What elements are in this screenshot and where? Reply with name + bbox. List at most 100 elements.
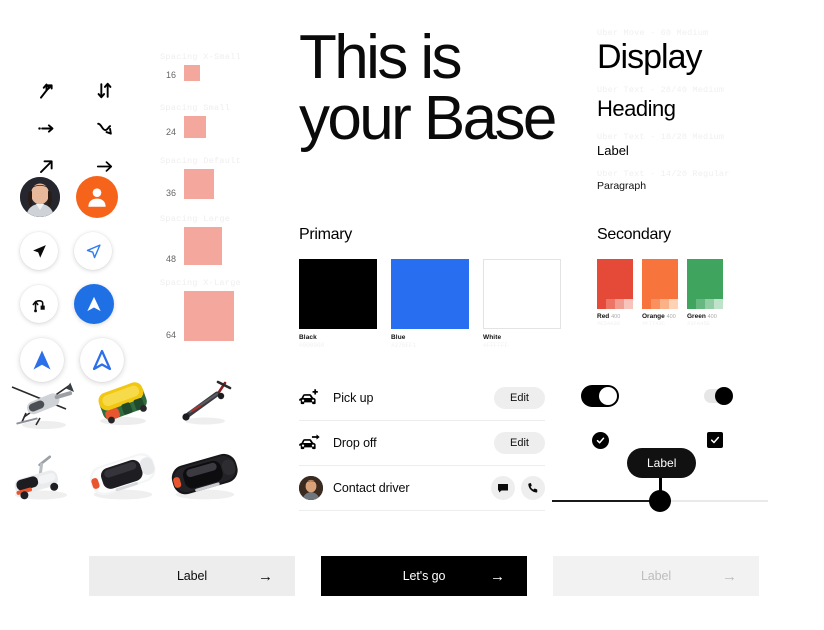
spacing-step-title: Spacing Large bbox=[160, 214, 231, 224]
color-swatch-hex: #3FA45E bbox=[687, 320, 711, 327]
primary-button[interactable]: Let's go → bbox=[321, 556, 527, 596]
nav-arrow-blue-filled-puck[interactable] bbox=[74, 284, 114, 324]
list-item[interactable]: Pick up Edit bbox=[299, 376, 545, 421]
edit-dropoff-button[interactable]: Edit bbox=[494, 432, 545, 454]
call-driver-button[interactable] bbox=[521, 476, 545, 500]
nav-cursor-blue-puck[interactable] bbox=[74, 232, 112, 270]
driver-avatar bbox=[299, 476, 333, 500]
list-item[interactable]: Contact driver bbox=[299, 466, 545, 511]
spacing-step: Spacing Large 48 bbox=[160, 214, 280, 265]
color-swatch-box bbox=[597, 259, 633, 309]
checkbox-checked[interactable] bbox=[707, 432, 723, 448]
spacing-step-value: 16 bbox=[165, 70, 176, 80]
arrow-right-icon: → bbox=[258, 567, 273, 585]
toggle-large[interactable] bbox=[581, 385, 619, 407]
color-swatch[interactable]: Blue #276EF1 bbox=[391, 259, 469, 349]
icon-row bbox=[22, 116, 132, 140]
type-specimen-heading: Uber Text - 28/40 Medium Heading bbox=[597, 85, 807, 121]
turn-down-right-icon[interactable] bbox=[80, 116, 128, 140]
color-swatch-name: White bbox=[483, 334, 502, 341]
avatar-row bbox=[20, 176, 124, 218]
color-swatch-hex: #276EF1 bbox=[391, 342, 417, 349]
type-sample-display: Display bbox=[597, 38, 702, 76]
spacing-step-title: Spacing Default bbox=[160, 156, 242, 166]
spacing-step-value: 36 bbox=[165, 188, 176, 198]
arrow-right-icon: → bbox=[490, 567, 505, 585]
arrows-up-down-icon[interactable] bbox=[80, 78, 128, 102]
nav-cursor-black-puck[interactable] bbox=[20, 232, 58, 270]
arrow-right-dashed-icon[interactable] bbox=[22, 116, 70, 140]
type-sample-paragraph: Paragraph bbox=[597, 179, 647, 192]
page-headline: This is your Base bbox=[299, 23, 557, 153]
route-puck[interactable] bbox=[20, 285, 58, 323]
message-driver-button[interactable] bbox=[491, 476, 515, 500]
disabled-button: Label → bbox=[553, 556, 759, 596]
color-swatch[interactable]: White #FFFFFF bbox=[483, 259, 561, 349]
car-pickup-icon bbox=[299, 389, 333, 407]
button-bar: Label → Let's go → Label → bbox=[89, 556, 759, 596]
type-specimen-paragraph: Uber Text - 14/20 Regular Paragraph bbox=[597, 169, 807, 192]
list-rows: Pick up Edit Drop off Edit Contact drive… bbox=[299, 376, 545, 511]
vehicle-row bbox=[0, 368, 248, 440]
spacing-step-swatch bbox=[184, 291, 234, 341]
design-system-canvas: Spacing X-Small 16 Spacing Small 24 Spac… bbox=[0, 0, 824, 630]
color-swatch-name: Black bbox=[299, 334, 317, 341]
avatar-photo[interactable] bbox=[20, 177, 60, 217]
spacing-step: Spacing X-Large 64 bbox=[160, 278, 280, 341]
spacing-scale: Spacing X-Small 16 Spacing Small 24 Spac… bbox=[160, 52, 280, 345]
color-swatch-name: Red 400 bbox=[597, 313, 621, 320]
avatar-person-orange[interactable] bbox=[76, 176, 118, 218]
list-item-label: Pick up bbox=[333, 391, 374, 405]
spacing-step-title: Spacing X-Large bbox=[160, 278, 242, 288]
helicopter-illustration bbox=[0, 368, 82, 440]
spacing-step-value: 24 bbox=[165, 127, 176, 137]
color-swatch[interactable]: Green 400 #3FA45E bbox=[687, 259, 723, 327]
arrow-up-right-icon[interactable] bbox=[22, 154, 70, 178]
type-specimen-display: Uber Move - 60 Medium Display bbox=[597, 28, 807, 76]
toggle-small-knob bbox=[715, 387, 733, 405]
primary-colors-title: Primary bbox=[299, 226, 353, 243]
merge-right-icon[interactable] bbox=[22, 78, 70, 102]
secondary-button[interactable]: Label → bbox=[89, 556, 295, 596]
spacing-step-title: Spacing X-Small bbox=[160, 52, 242, 62]
type-spec-note: Uber Text - 18/28 Medium bbox=[597, 131, 725, 142]
icon-row bbox=[22, 78, 132, 102]
color-swatch[interactable]: Black #000000 bbox=[299, 259, 377, 349]
list-item[interactable]: Drop off Edit bbox=[299, 421, 545, 466]
auto-rickshaw-illustration bbox=[82, 368, 164, 440]
secondary-colors-title: Secondary bbox=[597, 226, 671, 243]
route-puck-row bbox=[20, 284, 124, 324]
list-item-label: Contact driver bbox=[333, 481, 410, 495]
color-swatch-name: Green 400 bbox=[687, 313, 717, 320]
radio-checked[interactable] bbox=[592, 432, 609, 449]
avatars-and-pucks bbox=[20, 176, 124, 396]
message-icon bbox=[498, 484, 508, 493]
toggle-small[interactable] bbox=[704, 387, 733, 405]
secondary-button-label: Label bbox=[176, 569, 208, 583]
arrow-right-icon: → bbox=[722, 567, 737, 585]
color-swatch-hex: #F7743C bbox=[642, 320, 666, 327]
color-tint-strip bbox=[642, 299, 678, 309]
secondary-colors-section: Secondary Red 400 #E54A38 Orange 400 #F7… bbox=[597, 226, 723, 327]
slider[interactable]: Label bbox=[552, 448, 768, 512]
color-swatch[interactable]: Orange 400 #F7743C bbox=[642, 259, 678, 327]
slider-thumb[interactable] bbox=[649, 490, 671, 512]
color-swatch-hex: #E54A38 bbox=[597, 320, 621, 327]
edit-pickup-button[interactable]: Edit bbox=[494, 387, 545, 409]
color-swatch[interactable]: Red 400 #E54A38 bbox=[597, 259, 633, 327]
phone-icon bbox=[528, 483, 538, 493]
type-spec-note: Uber Move - 60 Medium bbox=[597, 28, 709, 38]
color-tint-strip bbox=[597, 299, 633, 309]
nav-puck-row bbox=[20, 232, 124, 270]
arrow-right-icon[interactable] bbox=[80, 154, 128, 178]
color-tint-strip bbox=[687, 299, 723, 309]
color-swatch-box bbox=[687, 259, 723, 309]
icon-grid bbox=[22, 78, 132, 192]
color-swatch-hex: #FFFFFF bbox=[483, 342, 509, 349]
type-specimen-label: Uber Text - 18/28 Medium Label bbox=[597, 132, 807, 158]
color-swatch-box bbox=[299, 259, 377, 329]
form-controls: Label bbox=[552, 380, 772, 520]
color-swatch-box bbox=[391, 259, 469, 329]
list-item-label: Drop off bbox=[333, 436, 377, 450]
kick-scooter-illustration bbox=[164, 368, 246, 440]
